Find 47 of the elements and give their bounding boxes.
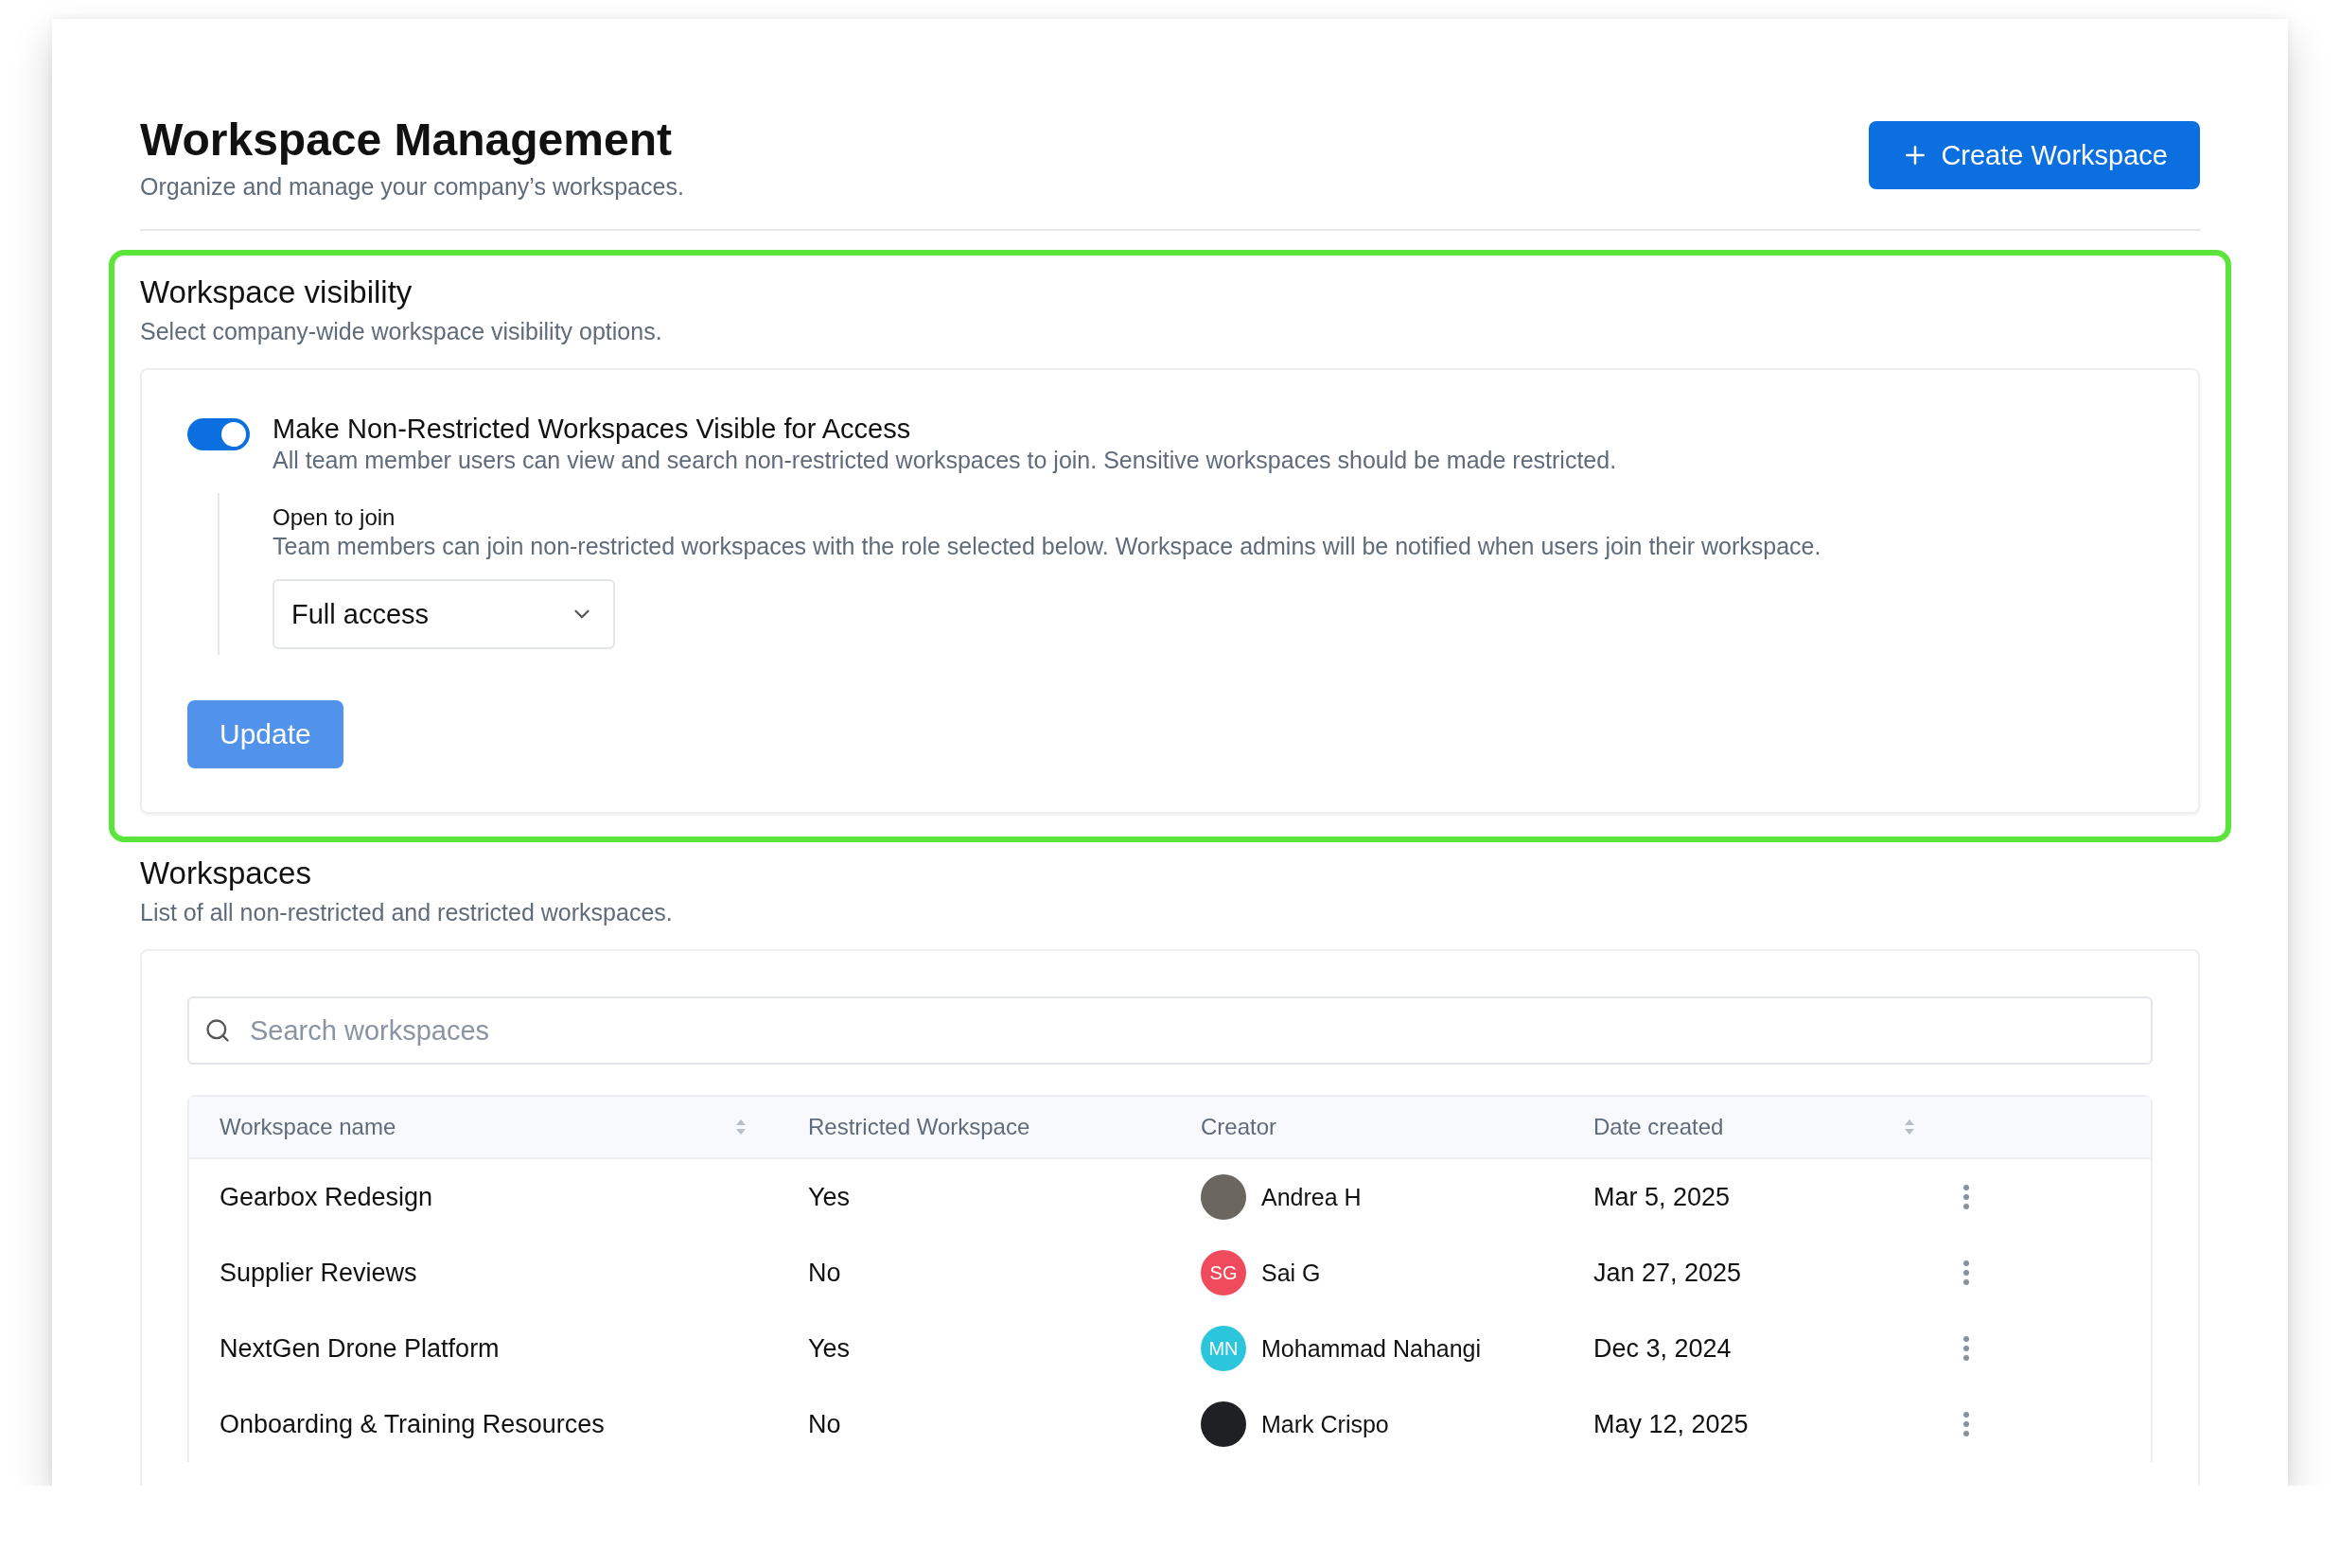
table-cell-text: Onboarding & Training Resources (219, 1409, 606, 1439)
table-cell-text: Yes (807, 1333, 852, 1364)
avatar: MN (1201, 1326, 1246, 1371)
page-subtitle: Organize and manage your company’s workspaces. (140, 173, 684, 201)
column-header: Date created (1593, 1114, 1724, 1140)
table-cell-text: Yes (807, 1182, 852, 1212)
table-cell-text: Dec 3, 2024 (1592, 1333, 1733, 1364)
table-cell-text: No (807, 1258, 842, 1288)
toggle-label: Make Non-Restricted Workspaces Visible for Access (273, 414, 912, 445)
page-title: Workspace Management (140, 114, 673, 166)
more-options-button[interactable] (1962, 1183, 1971, 1211)
table-cell-text: Supplier Reviews (219, 1258, 418, 1288)
avatar (1201, 1401, 1246, 1447)
more-options-button[interactable] (1962, 1334, 1971, 1363)
creator-name: Andrea H (1261, 1183, 1362, 1211)
vertical-dots-icon (1963, 1260, 1969, 1285)
role-dropdown[interactable]: Full access (273, 579, 615, 649)
table-cell-text: NextGen Drone Platform (219, 1333, 501, 1364)
vertical-dots-icon (1963, 1412, 1969, 1436)
section-subtitle: List of all non-restricted and restricted workspaces. (140, 899, 674, 926)
section-title: Workspaces (140, 855, 312, 891)
avatar: SG (1201, 1250, 1246, 1295)
table-cell-text: May 12, 2025 (1592, 1409, 1750, 1439)
open-to-join-description: Team members can join non-restricted workspaces with the role selected below. Workspace admins will be notified when users join their workspace. (273, 533, 1822, 560)
vertical-dots-icon (1963, 1185, 1969, 1209)
table-cell-text: Gearbox Redesign (219, 1182, 434, 1212)
table-cell-text: Jan 27, 2025 (1592, 1258, 1743, 1288)
vertical-dots-icon (1963, 1336, 1969, 1361)
more-options-button[interactable] (1962, 1259, 1971, 1287)
section-title: Workspace visibility (140, 274, 413, 310)
more-options-button[interactable] (1962, 1410, 1971, 1438)
create-workspace-button[interactable]: Create Workspace (1869, 121, 2200, 189)
column-header: Creator (1201, 1114, 1277, 1140)
creator-name: Mohammad Nahangi (1261, 1334, 1482, 1363)
table-cell-text: No (807, 1409, 842, 1439)
open-to-join-label: Open to join (273, 504, 396, 531)
toggle-description: All team member users can view and search non-restricted workspaces to join. Sensitive workspaces should be made restricted. (273, 447, 1617, 474)
search-icon (204, 1017, 231, 1044)
creator-name: Sai G (1261, 1259, 1321, 1287)
table-cell-text: Mar 5, 2025 (1592, 1182, 1732, 1212)
avatar-photo-placeholder (1201, 1174, 1246, 1220)
section-subtitle: Select company-wide workspace visibility options. (140, 318, 663, 345)
column-header: Workspace name (220, 1114, 396, 1140)
creator-name: Mark Crispo (1261, 1410, 1389, 1438)
search-field[interactable]: Search workspaces (187, 996, 2153, 1065)
visibility-toggle[interactable] (187, 418, 250, 450)
column-header: Restricted Workspace (808, 1114, 1030, 1140)
